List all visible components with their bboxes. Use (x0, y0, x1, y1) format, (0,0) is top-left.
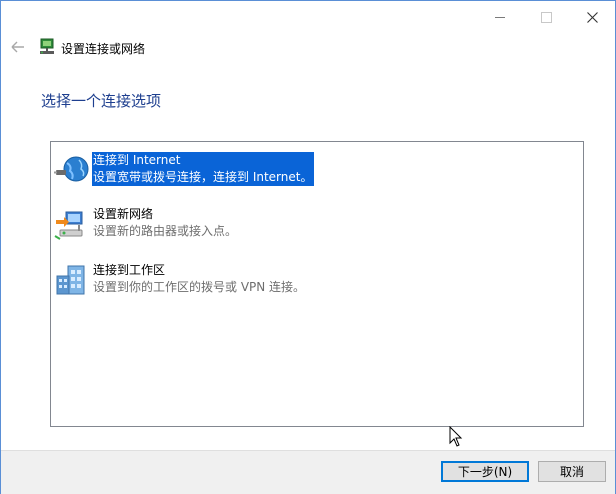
option-text: 连接到工作区 设置到你的工作区的拨号或 VPN 连接。 (92, 262, 307, 296)
workplace-icon (56, 265, 85, 295)
network-center-icon (40, 38, 54, 54)
option-description: 设置宽带或拨号连接，连接到 Internet。 (92, 169, 315, 186)
option-new-network[interactable]: 设置新网络 设置新的路由器或接入点。 (51, 206, 583, 250)
next-button[interactable]: 下一步(N) (441, 461, 529, 482)
maximize-button[interactable] (523, 1, 569, 33)
maximize-icon (540, 11, 552, 23)
new-network-icon (54, 211, 83, 240)
option-description: 设置新的路由器或接入点。 (93, 224, 238, 238)
close-icon (586, 11, 598, 23)
network-setup-window: 设置连接或网络 选择一个连接选项 连接到 Internet 设置宽带或拨号连接，… (0, 0, 616, 494)
mouse-cursor-icon (449, 426, 463, 447)
close-button[interactable] (569, 1, 615, 33)
back-arrow-icon[interactable] (9, 38, 27, 56)
globe-icon (54, 156, 89, 182)
option-title: 连接到工作区 (93, 263, 166, 277)
option-connect-workplace[interactable]: 连接到工作区 设置到你的工作区的拨号或 VPN 连接。 (51, 262, 583, 306)
option-connect-internet[interactable]: 连接到 Internet 设置宽带或拨号连接，连接到 Internet。 (51, 152, 583, 196)
cancel-button[interactable]: 取消 (538, 461, 606, 482)
connection-options-list[interactable]: 连接到 Internet 设置宽带或拨号连接，连接到 Internet。 设置新… (50, 141, 584, 427)
wizard-header: 设置连接或网络 (1, 35, 615, 61)
minimize-button[interactable] (477, 1, 523, 33)
option-title: 设置新网络 (93, 207, 154, 221)
option-text: 设置新网络 设置新的路由器或接入点。 (92, 206, 239, 240)
page-heading: 选择一个连接选项 (41, 92, 162, 110)
wizard-title: 设置连接或网络 (61, 42, 146, 56)
option-title: 连接到 Internet (92, 152, 315, 169)
option-description: 设置到你的工作区的拨号或 VPN 连接。 (93, 280, 306, 294)
title-bar[interactable] (1, 1, 615, 33)
option-text: 连接到 Internet 设置宽带或拨号连接，连接到 Internet。 (92, 152, 315, 186)
wizard-footer: 下一步(N) 取消 (1, 450, 615, 494)
minimize-icon (495, 16, 505, 18)
